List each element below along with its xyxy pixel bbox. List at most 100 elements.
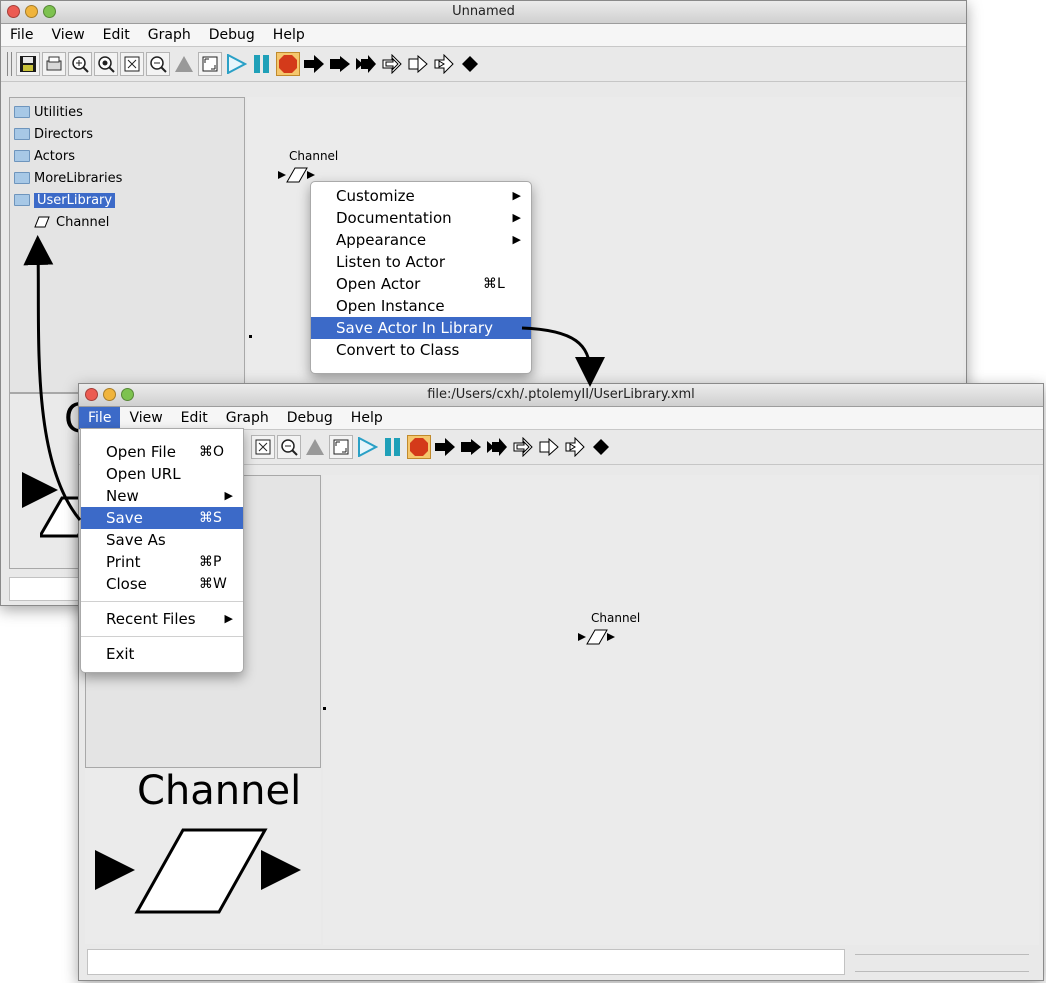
port-inout-icon[interactable] (354, 52, 378, 76)
shortcut-label: ⌘O (199, 444, 225, 460)
full-screen-icon[interactable] (198, 52, 222, 76)
menu-item-label: Open File (106, 443, 176, 461)
zoom-out-icon[interactable] (277, 435, 301, 459)
menu-debug[interactable]: Debug (200, 24, 264, 46)
full-screen-icon[interactable] (329, 435, 353, 459)
tree-item-morelibraries[interactable]: MoreLibraries (14, 168, 122, 188)
relation-icon[interactable] (589, 435, 613, 459)
zoom-out-icon[interactable] (146, 52, 170, 76)
zoom-fit-icon[interactable] (120, 52, 144, 76)
channel-actor-icon[interactable] (577, 627, 637, 651)
zoom-fit-icon[interactable] (251, 435, 275, 459)
context-item-documentation[interactable]: Documentation ▶ (311, 207, 531, 229)
port-inout-icon[interactable] (485, 435, 509, 459)
file-item-print[interactable]: Print ⌘P (81, 551, 243, 573)
front-window-titlebar[interactable]: file:/Users/cxh/.ptolemyII/UserLibrary.x… (79, 384, 1043, 407)
file-item-save[interactable]: Save ⌘S (81, 507, 243, 529)
tree-label: Actors (34, 148, 75, 164)
close-window-button[interactable] (85, 388, 98, 401)
file-item-exit[interactable]: Exit (81, 643, 243, 665)
stop-icon[interactable] (407, 435, 431, 459)
tree-item-actors[interactable]: Actors (14, 146, 75, 166)
window-controls (7, 5, 56, 18)
tree-item-directors[interactable]: Directors (14, 124, 93, 144)
zoom-window-button[interactable] (43, 5, 56, 18)
zoom-in-icon[interactable] (68, 52, 92, 76)
multiport-input-icon[interactable] (380, 52, 404, 76)
preview-channel-icon (95, 828, 301, 914)
port-input-icon[interactable] (302, 52, 326, 76)
back-window-titlebar[interactable]: Unnamed (1, 1, 966, 24)
menu-debug[interactable]: Debug (278, 407, 342, 429)
front-menubar: File View Edit Graph Debug Help (79, 407, 1043, 430)
menu-graph[interactable]: Graph (217, 407, 278, 429)
canvas-tick (323, 707, 326, 710)
menu-file[interactable]: File (79, 407, 121, 429)
menu-graph[interactable]: Graph (139, 24, 200, 46)
context-item-open-instance[interactable]: Open Instance (311, 295, 531, 317)
submenu-arrow-icon: ▶ (512, 233, 521, 246)
tree-item-utilities[interactable]: Utilities (14, 102, 83, 122)
preview-label: Channel (137, 768, 302, 814)
up-icon[interactable] (172, 52, 196, 76)
minimize-window-button[interactable] (25, 5, 38, 18)
file-item-new[interactable]: New ▶ (81, 485, 243, 507)
context-item-convert-to-class[interactable]: Convert to Class (311, 339, 531, 361)
port-output-icon[interactable] (328, 52, 352, 76)
menu-view[interactable]: View (120, 407, 171, 429)
menu-edit[interactable]: Edit (94, 24, 139, 46)
file-item-open-url[interactable]: Open URL (81, 463, 243, 485)
folder-icon (14, 106, 30, 118)
menu-item-label: Close (106, 575, 147, 593)
folder-icon (14, 128, 30, 140)
multiport-inout-icon[interactable] (432, 52, 456, 76)
file-item-save-as[interactable]: Save As (81, 529, 243, 551)
relation-icon[interactable] (458, 52, 482, 76)
menu-help[interactable]: Help (264, 24, 314, 46)
resize-grip[interactable] (855, 954, 1029, 972)
menu-item-label: Save Actor In Library (336, 319, 493, 337)
port-input-icon[interactable] (433, 435, 457, 459)
context-item-appearance[interactable]: Appearance ▶ (311, 229, 531, 251)
file-item-open-file[interactable]: Open File ⌘O (81, 441, 243, 463)
run-icon[interactable] (355, 435, 379, 459)
canvas-tick (249, 335, 252, 338)
run-icon[interactable] (224, 52, 248, 76)
context-item-save-actor-in-library[interactable]: Save Actor In Library (311, 317, 531, 339)
multiport-output-icon[interactable] (406, 52, 430, 76)
menu-item-label: Open Instance (336, 297, 445, 315)
multiport-inout-icon[interactable] (563, 435, 587, 459)
multiport-output-icon[interactable] (537, 435, 561, 459)
port-output-icon[interactable] (459, 435, 483, 459)
front-graph-canvas[interactable]: Channel (323, 475, 1039, 945)
stop-icon[interactable] (276, 52, 300, 76)
print-icon[interactable] (42, 52, 66, 76)
menu-view[interactable]: View (42, 24, 93, 46)
context-item-customize[interactable]: Customize ▶ (311, 185, 531, 207)
up-icon[interactable] (303, 435, 327, 459)
context-item-open-actor[interactable]: Open Actor ⌘L (311, 273, 531, 295)
tree-item-channel[interactable]: Channel (34, 212, 109, 232)
minimize-window-button[interactable] (103, 388, 116, 401)
toolbar-grip[interactable] (7, 52, 12, 76)
tree-label: Channel (56, 214, 110, 230)
zoom-reset-icon[interactable] (94, 52, 118, 76)
tree-item-userlibrary[interactable]: UserLibrary (14, 190, 116, 210)
file-item-recent-files[interactable]: Recent Files ▶ (81, 608, 243, 630)
multiport-input-icon[interactable] (511, 435, 535, 459)
pause-icon[interactable] (250, 52, 274, 76)
window-title: file:/Users/cxh/.ptolemyII/UserLibrary.x… (427, 387, 695, 402)
shortcut-label: ⌘S (199, 510, 222, 526)
pause-icon[interactable] (381, 435, 405, 459)
submenu-arrow-icon: ▶ (512, 211, 521, 224)
context-item-listen-to-actor[interactable]: Listen to Actor (311, 251, 531, 273)
menu-item-label: Listen to Actor (336, 253, 446, 271)
menu-file[interactable]: File (1, 24, 42, 46)
file-item-close[interactable]: Close ⌘W (81, 573, 243, 595)
menu-edit[interactable]: Edit (172, 407, 217, 429)
close-window-button[interactable] (7, 5, 20, 18)
menu-help[interactable]: Help (342, 407, 392, 429)
zoom-window-button[interactable] (121, 388, 134, 401)
save-icon[interactable] (16, 52, 40, 76)
folder-icon (14, 150, 30, 162)
